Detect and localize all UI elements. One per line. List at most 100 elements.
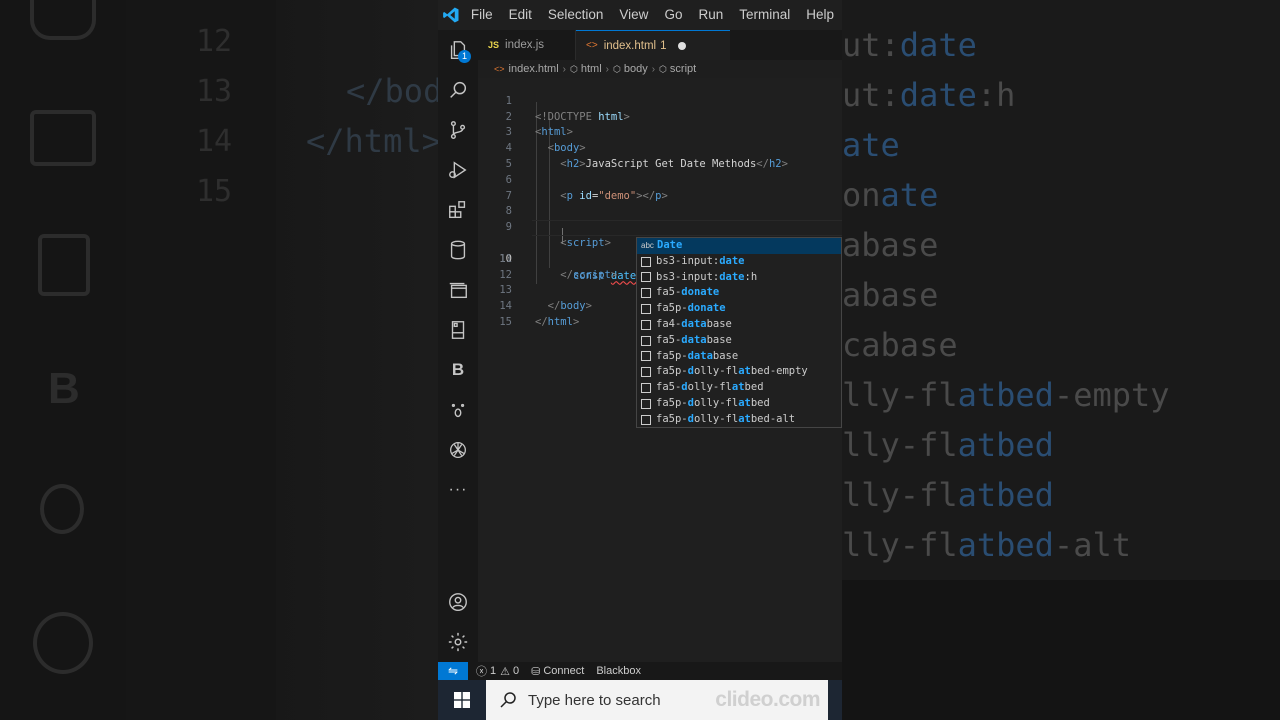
code-line: 5 xyxy=(478,141,842,170)
background-line-number: 15 xyxy=(196,174,233,209)
search-icon xyxy=(450,81,467,98)
tab-index-js[interactable]: JS index.js xyxy=(478,30,576,60)
suggestion-item[interactable]: fa5p-data base xyxy=(637,349,841,365)
menu-terminal[interactable]: Terminal xyxy=(731,0,798,30)
code-line: 4 <h2>JavaScript Get Date Methods</h2> xyxy=(478,125,842,170)
element-icon: ⬡ xyxy=(612,63,621,74)
suggestion-match: Date xyxy=(657,239,683,251)
extensions-button[interactable] xyxy=(438,190,478,230)
background-code: </bod xyxy=(346,72,443,110)
suggestion-item[interactable]: fa5- donate xyxy=(637,285,841,301)
breadcrumb-body[interactable]: body xyxy=(624,63,648,75)
connect-status[interactable]: ⛁ Connect xyxy=(531,665,584,678)
snippet-icon xyxy=(641,398,651,409)
snippet-icon xyxy=(641,304,651,315)
remote-explorer-button[interactable] xyxy=(438,270,478,310)
status-bar: ⇋ ⓧ 1 ⚠ 0 ⛁ Connect Blackbox xyxy=(438,662,842,680)
remote-button[interactable]: ⇋ xyxy=(438,662,468,680)
html-file-icon: <> xyxy=(494,64,505,74)
background-face-icon xyxy=(40,484,84,534)
suggestion-match: data xyxy=(681,317,707,330)
suggestion-item[interactable]: fa5- d olly-fl at bed xyxy=(637,380,841,396)
unsaved-dot-icon[interactable] xyxy=(677,41,686,50)
background-word-part: atbed xyxy=(957,526,1054,564)
database-button[interactable] xyxy=(438,230,478,270)
problems-status[interactable]: ⓧ 1 ⚠ 0 xyxy=(476,663,519,679)
background-word-part: lly-fl xyxy=(842,476,958,514)
search-button[interactable] xyxy=(438,70,478,110)
suggestion-item[interactable]: fa5p-d olly-fl at bed xyxy=(637,396,841,412)
breadcrumb-html[interactable]: html xyxy=(581,63,602,75)
watermark: clideo.com xyxy=(715,688,820,711)
element-icon: ⬡ xyxy=(659,63,667,74)
text-word-icon: abc xyxy=(641,241,654,250)
suggestion-text: base xyxy=(712,349,739,362)
settings-button[interactable] xyxy=(438,622,478,662)
suggestion-item[interactable]: fa5p-d olly-fl at bed-alt xyxy=(637,412,841,428)
menu-help[interactable]: Help xyxy=(798,0,842,30)
connect-label: Connect xyxy=(543,665,585,677)
blackbox-button[interactable]: B xyxy=(438,350,478,390)
menu-go[interactable]: Go xyxy=(656,0,690,30)
background-book-icon xyxy=(38,234,90,296)
background-suggestion-word: ut:date xyxy=(842,26,977,64)
breadcrumb-script[interactable]: script xyxy=(670,63,696,75)
suggestion-item[interactable]: fa5- data base xyxy=(637,333,841,349)
suggestion-item[interactable]: fa4- data base xyxy=(637,317,841,333)
book-icon xyxy=(451,321,465,339)
suggestion-item[interactable]: bs3-input: date:h xyxy=(637,270,841,286)
background-suggestion-word: lly-flatbed xyxy=(842,426,1054,464)
suggestion-item[interactable]: fa5p-donate xyxy=(637,301,841,317)
menu-selection[interactable]: Selection xyxy=(540,0,612,30)
chatgpt-button[interactable] xyxy=(438,430,478,470)
menu-edit[interactable]: Edit xyxy=(501,0,540,30)
tab-index-html[interactable]: <> index.html 1 xyxy=(576,30,730,60)
database-icon xyxy=(450,240,466,260)
suggestion-text: fa5p- xyxy=(656,349,688,362)
tab-problem-count: 1 xyxy=(660,39,667,52)
background-code: </html> xyxy=(306,122,441,160)
code-line: 3 <body> xyxy=(478,110,842,154)
background-word-part: atbed xyxy=(957,426,1054,464)
run-debug-button[interactable] xyxy=(438,150,478,190)
background-word-part: -alt xyxy=(1053,526,1131,564)
code-line: 1 <!DOCTYPE html> xyxy=(478,78,842,123)
start-button[interactable] xyxy=(438,680,486,720)
suggestion-list: abc Date bs3-input: date bs3-input: date:h fa5… xyxy=(637,238,841,428)
source-control-button[interactable] xyxy=(438,110,478,150)
suggestion-text: fa4- xyxy=(656,317,682,330)
error-icon: ⓧ xyxy=(476,666,487,678)
code-line: 9 <script> xyxy=(478,204,842,249)
background-word-part: lly-fl xyxy=(842,376,958,414)
explorer-button[interactable]: 1 xyxy=(438,30,478,70)
more-button[interactable]: ··· xyxy=(438,470,478,510)
tag-name: html xyxy=(547,315,573,328)
book-button[interactable] xyxy=(438,310,478,350)
background-suggestion-word: ut:date:h xyxy=(842,76,1015,114)
menu-run[interactable]: Run xyxy=(690,0,731,30)
suggestion-match: at xyxy=(738,365,751,378)
blackbox-status[interactable]: Blackbox xyxy=(596,665,641,677)
menu-view[interactable]: View xyxy=(611,0,656,30)
suggestion-text: bed-empty xyxy=(750,365,808,378)
suggestion-item[interactable]: abc Date xyxy=(637,238,841,254)
taskbar: Type here to search clideo.com xyxy=(438,680,842,720)
code-line: 2 <html> xyxy=(478,94,842,139)
suggestion-text: base xyxy=(706,333,732,346)
snippet-icon xyxy=(641,272,651,283)
menu-file[interactable]: File xyxy=(465,0,501,30)
suggestion-text: bed xyxy=(744,381,764,394)
suggestion-item[interactable]: fa5p-d olly-fl at bed-empty xyxy=(637,364,841,380)
taskbar-search-box[interactable]: Type here to search clideo.com xyxy=(486,680,828,720)
suggestion-text: base xyxy=(706,317,732,330)
background-word-part: atbed xyxy=(957,476,1054,514)
line-code: </html> xyxy=(535,315,580,328)
vscode-logo-icon xyxy=(438,0,465,30)
snippet-icon xyxy=(641,335,651,346)
current-line-highlight xyxy=(532,220,842,236)
accounts-button[interactable] xyxy=(438,582,478,622)
breadcrumb-file[interactable]: index.html xyxy=(509,63,559,75)
suggestion-text: bed xyxy=(750,396,770,409)
face-button[interactable] xyxy=(438,390,478,430)
suggestion-item[interactable]: bs3-input: date xyxy=(637,254,841,270)
